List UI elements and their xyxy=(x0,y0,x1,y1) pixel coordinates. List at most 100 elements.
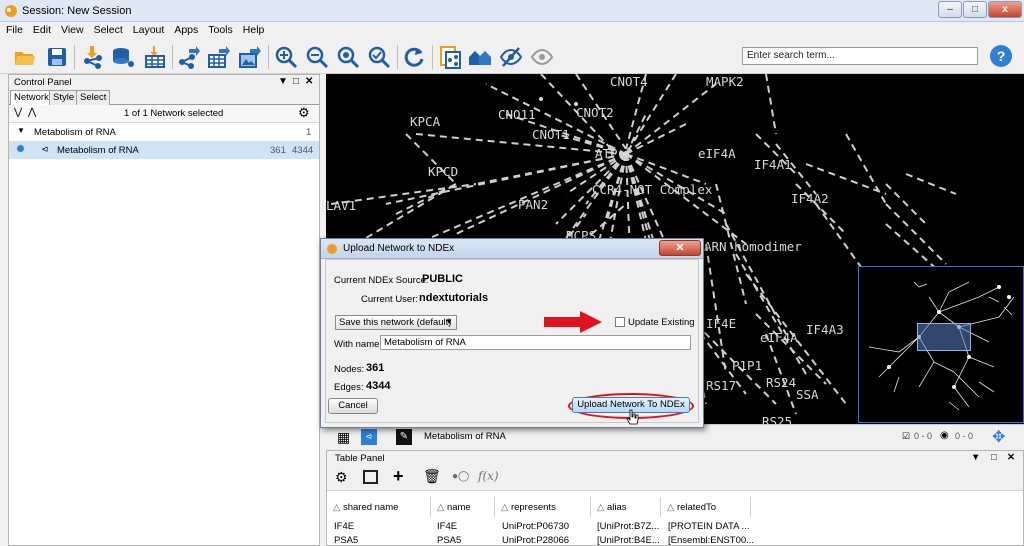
menu-layout[interactable]: Layout xyxy=(127,22,169,36)
update-existing-checkbox[interactable] xyxy=(615,317,625,327)
node-label[interactable]: IF4A1 xyxy=(754,157,792,172)
refresh-layout-icon[interactable] xyxy=(402,45,426,69)
table-cell[interactable]: [PROTEIN DATA ... xyxy=(668,521,749,532)
link-table-icon[interactable]: ●◯ xyxy=(452,471,469,482)
tree-expanded-icon[interactable]: ▼ xyxy=(17,126,25,135)
table-cell[interactable]: [Ensembl:ENST00... xyxy=(668,535,754,546)
navigate-icon[interactable]: ✥ xyxy=(992,427,1005,447)
menu-file[interactable]: File xyxy=(0,22,27,36)
node-label[interactable]: CNOT2 xyxy=(576,105,614,120)
gear-icon[interactable]: ⚙ xyxy=(298,105,310,121)
node-label[interactable]: IF4E xyxy=(706,316,736,331)
node-label[interactable]: RS25 xyxy=(762,414,792,424)
tab-select[interactable]: Select xyxy=(76,90,111,105)
zoom-in-icon[interactable] xyxy=(274,45,298,69)
tab-network[interactable]: Network xyxy=(10,90,53,106)
network-view-icon[interactable]: ⪦ xyxy=(361,429,377,445)
node-label[interactable]: MAPK2 xyxy=(706,74,744,89)
menu-select[interactable]: Select xyxy=(88,22,127,36)
table-cell[interactable]: UniProt:P28066 xyxy=(502,535,569,546)
node-label[interactable]: CCR4-NOT Complex xyxy=(592,182,712,197)
hide-selected-icon[interactable] xyxy=(499,45,523,69)
collapse-all-icon[interactable]: ⋁ xyxy=(14,107,22,118)
cancel-button[interactable]: Cancel xyxy=(328,398,378,414)
table-cell[interactable]: IF4E xyxy=(334,521,354,532)
node-label[interactable]: SSA xyxy=(796,387,819,402)
zoom-out-icon[interactable] xyxy=(305,45,329,69)
node-label[interactable]: PAN2 xyxy=(518,197,548,212)
table-cell[interactable]: IF4E xyxy=(437,521,457,532)
node-label[interactable]: KPCA xyxy=(410,114,440,129)
column-header[interactable]: △ relatedTo xyxy=(661,497,751,517)
node-label[interactable]: CNO11 xyxy=(498,107,536,122)
node-label[interactable]: ARN homodimer xyxy=(704,239,802,254)
trash-icon[interactable]: 🗑 xyxy=(423,468,441,485)
panel-float-icon[interactable]: □ xyxy=(293,76,299,87)
close-window-button[interactable]: x xyxy=(988,1,1022,18)
network-row[interactable]: ⪦ Metabolism of RNA 361 4344 xyxy=(9,141,319,159)
import-table-icon[interactable] xyxy=(143,45,167,69)
export-network-icon[interactable] xyxy=(177,45,201,69)
new-network-from-selection-icon[interactable] xyxy=(438,45,462,69)
expand-all-icon[interactable]: ⋀ xyxy=(28,107,36,118)
minimize-button[interactable]: – xyxy=(938,1,962,18)
node-label[interactable]: IF4A2 xyxy=(791,191,829,206)
node-label[interactable]: CNOT1 xyxy=(532,127,570,142)
save-session-icon[interactable] xyxy=(45,45,69,69)
grid-view-icon[interactable]: ▦ xyxy=(337,429,350,446)
menu-edit[interactable]: Edit xyxy=(27,22,55,36)
function-builder-icon[interactable]: f(x) xyxy=(478,469,499,483)
panel-close-icon[interactable]: ✕ xyxy=(1007,452,1015,463)
menu-help[interactable]: Help xyxy=(237,22,269,36)
gear-icon[interactable]: ⚙ xyxy=(335,469,348,486)
menu-apps[interactable]: Apps xyxy=(168,22,202,36)
table-cell[interactable]: [UniProt:B4E... xyxy=(597,535,660,546)
tab-style[interactable]: Style xyxy=(49,90,79,105)
maximize-button[interactable]: □ xyxy=(963,1,987,18)
column-header[interactable]: △ shared name xyxy=(327,497,431,517)
panel-minimize-icon[interactable]: ▼ xyxy=(278,76,288,87)
table-cell[interactable]: [UniProt:B7Z... xyxy=(597,521,659,532)
panel-float-icon[interactable]: □ xyxy=(991,452,997,463)
save-option-dropdown[interactable]: Save this network (default) ▼ xyxy=(335,315,457,330)
export-table-icon[interactable] xyxy=(207,45,231,69)
network-overview-panel[interactable] xyxy=(858,266,1024,423)
help-icon[interactable]: ? xyxy=(990,45,1012,67)
node-label[interactable]: RS24 xyxy=(766,375,796,390)
edit-view-icon[interactable]: ✎ xyxy=(396,429,412,445)
collection-row[interactable]: ▼ Metabolism of RNA 1 xyxy=(9,123,319,141)
zoom-selected-icon[interactable] xyxy=(367,45,391,69)
node-label[interactable]: IF4A3 xyxy=(806,322,844,337)
import-from-database-icon[interactable] xyxy=(111,45,135,69)
zoom-fit-icon[interactable] xyxy=(336,45,360,69)
node-label[interactable]: eIF4A xyxy=(698,146,736,161)
panel-minimize-icon[interactable]: ▼ xyxy=(971,452,980,463)
table-cell[interactable]: PSA5 xyxy=(437,535,461,546)
table-cell[interactable]: PSA5 xyxy=(334,535,358,546)
node-label[interactable]: P1P1 xyxy=(732,358,762,373)
table-cell[interactable]: UniProt:P06730 xyxy=(502,521,569,532)
node-label[interactable]: ATP xyxy=(595,146,618,161)
column-header[interactable]: △ name xyxy=(431,497,495,517)
column-header[interactable]: △ represents xyxy=(495,497,591,517)
show-all-icon[interactable] xyxy=(530,45,554,69)
node-label[interactable]: eIF4A xyxy=(760,330,798,345)
menu-tools[interactable]: Tools xyxy=(202,22,237,36)
node-label[interactable]: RS17 xyxy=(706,378,736,393)
add-column-icon[interactable]: + xyxy=(393,466,404,487)
column-header[interactable]: △ alias xyxy=(591,497,661,517)
node-label[interactable]: LAV1 xyxy=(326,198,356,213)
search-input[interactable]: Enter search term... xyxy=(742,47,978,65)
import-network-icon[interactable] xyxy=(81,45,105,69)
menu-view[interactable]: View xyxy=(55,22,88,36)
export-image-icon[interactable] xyxy=(238,45,262,69)
column-toggle-icon[interactable] xyxy=(363,470,378,484)
network-name-input[interactable]: Metabolism of RNA xyxy=(380,335,691,350)
overview-viewport[interactable] xyxy=(917,323,971,351)
panel-close-icon[interactable]: ✕ xyxy=(305,76,313,87)
dialog-close-button[interactable]: ✕ xyxy=(659,240,701,256)
node-label[interactable]: CNOT4 xyxy=(610,74,648,89)
home-icon[interactable] xyxy=(468,45,492,69)
open-session-icon[interactable] xyxy=(13,45,37,69)
node-label[interactable]: KPCD xyxy=(428,164,458,179)
